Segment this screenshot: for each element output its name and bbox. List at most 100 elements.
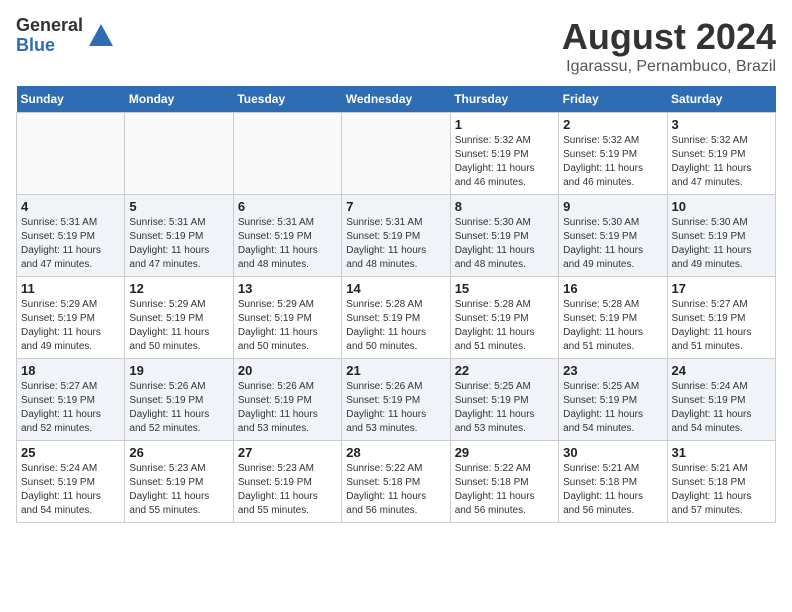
calendar-cell: 1 Sunrise: 5:32 AM Sunset: 5:19 PM Daylig… bbox=[450, 113, 558, 195]
day-info: Sunrise: 5:24 AM Sunset: 5:19 PM Dayligh… bbox=[672, 380, 771, 436]
calendar-cell: 19 Sunrise: 5:26 AM Sunset: 5:19 PM Dayli… bbox=[125, 359, 233, 441]
calendar-cell: 13 Sunrise: 5:29 AM Sunset: 5:19 PM Dayli… bbox=[233, 277, 341, 359]
day-info: Sunrise: 5:31 AM Sunset: 5:19 PM Dayligh… bbox=[21, 216, 120, 272]
page-header: General Blue August 2024 Igarassu, Perna… bbox=[16, 16, 776, 76]
header-day-wednesday: Wednesday bbox=[342, 86, 450, 113]
calendar-cell: 7 Sunrise: 5:31 AM Sunset: 5:19 PM Daylig… bbox=[342, 195, 450, 277]
calendar-cell: 6Sunrise: 5:31 AM Sunset: 5:19 PM Daylig… bbox=[233, 195, 341, 277]
header-day-sunday: Sunday bbox=[17, 86, 125, 113]
day-number: 1 bbox=[455, 117, 554, 132]
day-number: 6 bbox=[238, 199, 337, 214]
calendar-cell: 20 Sunrise: 5:26 AM Sunset: 5:19 PM Dayli… bbox=[233, 359, 341, 441]
day-info: Sunrise: 5:27 AM Sunset: 5:19 PM Dayligh… bbox=[21, 380, 120, 436]
day-info: Sunrise: 5:28 AM Sunset: 5:19 PM Dayligh… bbox=[563, 298, 662, 354]
day-info: Sunrise: 5:24 AM Sunset: 5:19 PM Dayligh… bbox=[21, 462, 120, 518]
calendar-cell: 23 Sunrise: 5:25 AM Sunset: 5:19 PM Dayli… bbox=[559, 359, 667, 441]
day-info: Sunrise: 5:21 AM Sunset: 5:18 PM Dayligh… bbox=[672, 462, 771, 518]
day-number: 18 bbox=[21, 363, 120, 378]
day-info: Sunrise: 5:29 AM Sunset: 5:19 PM Dayligh… bbox=[238, 298, 337, 354]
calendar-cell: 31 Sunrise: 5:21 AM Sunset: 5:18 PM Dayli… bbox=[667, 441, 775, 523]
calendar-cell bbox=[233, 113, 341, 195]
logo-icon bbox=[87, 22, 115, 50]
calendar-cell: 29Sunrise: 5:22 AM Sunset: 5:18 PM Dayli… bbox=[450, 441, 558, 523]
calendar-week-5: 25Sunrise: 5:24 AM Sunset: 5:19 PM Dayli… bbox=[17, 441, 776, 523]
day-number: 16 bbox=[563, 281, 662, 296]
calendar-cell bbox=[342, 113, 450, 195]
header-day-thursday: Thursday bbox=[450, 86, 558, 113]
day-number: 10 bbox=[672, 199, 771, 214]
day-number: 22 bbox=[455, 363, 554, 378]
day-number: 15 bbox=[455, 281, 554, 296]
day-info: Sunrise: 5:26 AM Sunset: 5:19 PM Dayligh… bbox=[238, 380, 337, 436]
calendar-cell: 22Sunrise: 5:25 AM Sunset: 5:19 PM Dayli… bbox=[450, 359, 558, 441]
calendar-week-3: 11 Sunrise: 5:29 AM Sunset: 5:19 PM Dayli… bbox=[17, 277, 776, 359]
day-info: Sunrise: 5:32 AM Sunset: 5:19 PM Dayligh… bbox=[455, 134, 554, 190]
day-info: Sunrise: 5:30 AM Sunset: 5:19 PM Dayligh… bbox=[455, 216, 554, 272]
day-number: 21 bbox=[346, 363, 445, 378]
calendar-cell bbox=[17, 113, 125, 195]
calendar-body: 1 Sunrise: 5:32 AM Sunset: 5:19 PM Daylig… bbox=[17, 113, 776, 523]
calendar-cell: 26Sunrise: 5:23 AM Sunset: 5:19 PM Dayli… bbox=[125, 441, 233, 523]
month-year-title: August 2024 bbox=[562, 16, 776, 58]
day-info: Sunrise: 5:31 AM Sunset: 5:19 PM Dayligh… bbox=[346, 216, 445, 272]
title-block: August 2024 Igarassu, Pernambuco, Brazil bbox=[562, 16, 776, 76]
header-day-saturday: Saturday bbox=[667, 86, 775, 113]
day-info: Sunrise: 5:27 AM Sunset: 5:19 PM Dayligh… bbox=[672, 298, 771, 354]
calendar-cell: 4 Sunrise: 5:31 AM Sunset: 5:19 PM Daylig… bbox=[17, 195, 125, 277]
calendar-cell: 14Sunrise: 5:28 AM Sunset: 5:19 PM Dayli… bbox=[342, 277, 450, 359]
calendar-week-2: 4 Sunrise: 5:31 AM Sunset: 5:19 PM Daylig… bbox=[17, 195, 776, 277]
logo: General Blue bbox=[16, 16, 115, 56]
calendar-cell: 30Sunrise: 5:21 AM Sunset: 5:18 PM Dayli… bbox=[559, 441, 667, 523]
day-number: 12 bbox=[129, 281, 228, 296]
header-day-friday: Friday bbox=[559, 86, 667, 113]
calendar-cell: 12 Sunrise: 5:29 AM Sunset: 5:19 PM Dayli… bbox=[125, 277, 233, 359]
logo-blue-text: Blue bbox=[16, 36, 83, 56]
day-number: 20 bbox=[238, 363, 337, 378]
day-number: 26 bbox=[129, 445, 228, 460]
day-info: Sunrise: 5:32 AM Sunset: 5:19 PM Dayligh… bbox=[672, 134, 771, 190]
calendar-cell: 28Sunrise: 5:22 AM Sunset: 5:18 PM Dayli… bbox=[342, 441, 450, 523]
logo-general-text: General bbox=[16, 16, 83, 36]
day-info: Sunrise: 5:29 AM Sunset: 5:19 PM Dayligh… bbox=[21, 298, 120, 354]
day-info: Sunrise: 5:31 AM Sunset: 5:19 PM Dayligh… bbox=[129, 216, 228, 272]
day-number: 17 bbox=[672, 281, 771, 296]
day-number: 27 bbox=[238, 445, 337, 460]
day-number: 7 bbox=[346, 199, 445, 214]
calendar-cell: 10 Sunrise: 5:30 AM Sunset: 5:19 PM Dayli… bbox=[667, 195, 775, 277]
day-info: Sunrise: 5:22 AM Sunset: 5:18 PM Dayligh… bbox=[455, 462, 554, 518]
day-number: 5 bbox=[129, 199, 228, 214]
day-number: 9 bbox=[563, 199, 662, 214]
header-day-tuesday: Tuesday bbox=[233, 86, 341, 113]
day-number: 19 bbox=[129, 363, 228, 378]
day-number: 11 bbox=[21, 281, 120, 296]
day-number: 4 bbox=[21, 199, 120, 214]
day-number: 2 bbox=[563, 117, 662, 132]
calendar-cell: 17 Sunrise: 5:27 AM Sunset: 5:19 PM Dayli… bbox=[667, 277, 775, 359]
calendar-cell: 11 Sunrise: 5:29 AM Sunset: 5:19 PM Dayli… bbox=[17, 277, 125, 359]
day-info: Sunrise: 5:21 AM Sunset: 5:18 PM Dayligh… bbox=[563, 462, 662, 518]
calendar-cell: 3Sunrise: 5:32 AM Sunset: 5:19 PM Daylig… bbox=[667, 113, 775, 195]
calendar-cell bbox=[125, 113, 233, 195]
calendar-cell: 5 Sunrise: 5:31 AM Sunset: 5:19 PM Daylig… bbox=[125, 195, 233, 277]
calendar-cell: 24 Sunrise: 5:24 AM Sunset: 5:19 PM Dayli… bbox=[667, 359, 775, 441]
calendar-week-1: 1 Sunrise: 5:32 AM Sunset: 5:19 PM Daylig… bbox=[17, 113, 776, 195]
calendar-header: SundayMondayTuesdayWednesdayThursdayFrid… bbox=[17, 86, 776, 113]
day-number: 31 bbox=[672, 445, 771, 460]
day-number: 23 bbox=[563, 363, 662, 378]
calendar-cell: 27Sunrise: 5:23 AM Sunset: 5:19 PM Dayli… bbox=[233, 441, 341, 523]
day-info: Sunrise: 5:30 AM Sunset: 5:19 PM Dayligh… bbox=[672, 216, 771, 272]
calendar-week-4: 18 Sunrise: 5:27 AM Sunset: 5:19 PM Dayli… bbox=[17, 359, 776, 441]
day-number: 24 bbox=[672, 363, 771, 378]
day-number: 13 bbox=[238, 281, 337, 296]
day-info: Sunrise: 5:29 AM Sunset: 5:19 PM Dayligh… bbox=[129, 298, 228, 354]
header-day-monday: Monday bbox=[125, 86, 233, 113]
day-info: Sunrise: 5:32 AM Sunset: 5:19 PM Dayligh… bbox=[563, 134, 662, 190]
day-info: Sunrise: 5:26 AM Sunset: 5:19 PM Dayligh… bbox=[129, 380, 228, 436]
header-row: SundayMondayTuesdayWednesdayThursdayFrid… bbox=[17, 86, 776, 113]
calendar-cell: 2 Sunrise: 5:32 AM Sunset: 5:19 PM Daylig… bbox=[559, 113, 667, 195]
calendar-cell: 16 Sunrise: 5:28 AM Sunset: 5:19 PM Dayli… bbox=[559, 277, 667, 359]
location-subtitle: Igarassu, Pernambuco, Brazil bbox=[562, 58, 776, 76]
day-number: 8 bbox=[455, 199, 554, 214]
day-info: Sunrise: 5:25 AM Sunset: 5:19 PM Dayligh… bbox=[563, 380, 662, 436]
day-info: Sunrise: 5:28 AM Sunset: 5:19 PM Dayligh… bbox=[346, 298, 445, 354]
